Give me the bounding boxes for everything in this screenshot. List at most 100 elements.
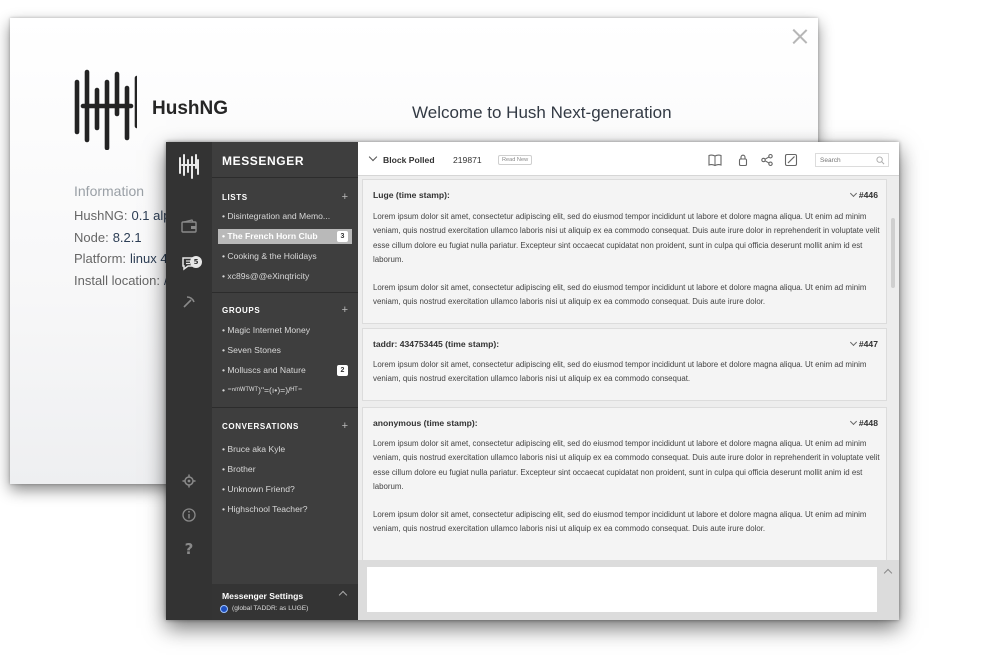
info-value: linux 4 [130, 251, 168, 266]
message-number: #447 [858, 339, 878, 349]
add-group-button[interactable]: + [342, 305, 348, 316]
sidebar-item-group[interactable]: • ⁼ⁿᵐᵂᵀᵂᵀ)ʺ=(ı•)=)/ᴴᵀ⁼ [218, 383, 352, 398]
unread-count-badge: 3 [337, 231, 348, 242]
chevron-down-icon[interactable] [368, 152, 378, 162]
composer-area [358, 560, 899, 620]
block-number: 219871 [453, 155, 482, 165]
info-row-node: Node: 8.2.1 [74, 230, 142, 245]
messenger-settings-title: Messenger Settings [222, 591, 304, 601]
chevron-up-icon[interactable] [883, 568, 893, 578]
share-icon[interactable] [760, 153, 774, 167]
chevron-down-icon[interactable] [849, 417, 858, 426]
sidebar-divider [212, 292, 358, 293]
group-label: • ⁼ⁿᵐᵂᵀᵂᵀ)ʺ=(ı•)=)/ᴴᵀ⁼ [222, 385, 303, 395]
mining-icon[interactable] [177, 290, 201, 314]
settings-icon[interactable] [177, 469, 201, 493]
sidebar-item-conversation[interactable]: • Highschool Teacher? [218, 502, 352, 517]
search-input[interactable] [815, 153, 889, 167]
info-value: 8.2.1 [112, 230, 142, 245]
sidebar-item-group[interactable]: • Molluscs and Nature 2 [218, 363, 352, 378]
list-label: • The French Horn Club [222, 231, 318, 241]
message-card: Luge (time stamp): #446 Lorem ipsum dolo… [362, 179, 887, 324]
conversation-label: • Brother [222, 464, 256, 474]
chevron-down-icon[interactable] [849, 338, 858, 347]
sidebar-item-list[interactable]: • The French Horn Club 3 [218, 229, 352, 244]
sidebar-item-list[interactable]: • xc89s@@eXinqtricity [218, 269, 352, 284]
help-icon[interactable]: ? [177, 537, 201, 561]
groups-header: GROUPS [222, 306, 261, 315]
message-paragraph: Lorem ipsum dolor sit amet, consectetur … [373, 510, 867, 534]
unread-count-badge: 2 [337, 365, 348, 376]
info-label: Node: [74, 230, 109, 245]
message-number: #448 [858, 418, 878, 428]
welcome-title: Welcome to Hush Next-generation [412, 103, 672, 122]
sidebar-divider [212, 177, 358, 178]
sidebar-divider [212, 407, 358, 408]
sidebar-item-group[interactable]: • Magic Internet Money [218, 323, 352, 338]
sidebar-item-list[interactable]: • Cooking & the Holidays [218, 249, 352, 264]
global-taddr-label: (global TADDR: as LUGE) [232, 605, 309, 612]
message-paragraph: Lorem ipsum dolor sit amet, consectetur … [373, 439, 880, 492]
wallet-icon[interactable] [177, 214, 201, 238]
message-input[interactable] [367, 567, 877, 612]
info-row-platform: Platform: linux 4 [74, 251, 168, 266]
info-row-hushng: HushNG: 0.1 alph [74, 208, 178, 223]
nav-rail: 5 ? [166, 142, 212, 620]
hush-logo-icon[interactable] [177, 154, 201, 179]
chevron-down-icon[interactable] [849, 189, 858, 198]
chevron-up-icon[interactable] [338, 590, 348, 600]
message-paragraph: Lorem ipsum dolor sit amet, consectetur … [373, 212, 880, 265]
group-label: • Molluscs and Nature [222, 365, 306, 375]
sidebar-item-conversation[interactable]: • Bruce aka Kyle [218, 442, 352, 457]
info-label: Platform: [74, 251, 127, 266]
book-icon[interactable] [708, 153, 722, 167]
lists-header: LISTS [222, 193, 248, 202]
info-label: HushNG: [74, 208, 128, 223]
conversation-pane: Block Polled 219871 Read New Luge (time … [358, 142, 899, 620]
block-polled-label: Block Polled [383, 155, 435, 165]
message-scrollbar[interactable] [891, 218, 895, 288]
read-new-button[interactable]: Read New [498, 155, 533, 165]
group-label: • Magic Internet Money [222, 325, 311, 335]
sidebar-item-group[interactable]: • Seven Stones [218, 343, 352, 358]
messenger-badge: 5 [190, 256, 202, 268]
global-taddr-radio[interactable] [220, 605, 228, 613]
conversation-label: • Bruce aka Kyle [222, 444, 286, 454]
add-list-button[interactable]: + [342, 192, 348, 203]
info-icon[interactable] [177, 503, 201, 527]
sidebar-item-conversation[interactable]: • Brother [218, 462, 352, 477]
message-paragraph: Lorem ipsum dolor sit amet, consectetur … [373, 360, 867, 384]
message-number: #446 [858, 190, 878, 200]
messenger-window: 5 ? MESSENGER LISTS + • Disintegration a… [166, 142, 899, 620]
conversation-toolbar: Block Polled 219871 Read New [358, 142, 899, 176]
list-label: • Cooking & the Holidays [222, 251, 317, 261]
conversation-label: • Unknown Friend? [222, 484, 295, 494]
message-card: anonymous (time stamp): #448 Lorem ipsum… [362, 407, 887, 560]
group-label: • Seven Stones [222, 345, 281, 355]
message-list: Luge (time stamp): #446 Lorem ipsum dolo… [358, 176, 899, 560]
lock-icon[interactable] [736, 153, 750, 167]
app-brand: HushNG [152, 98, 228, 119]
screenshot-stage: HushNG Welcome to Hush Next-generation I… [0, 0, 1000, 655]
message-sender: anonymous (time stamp): [373, 418, 478, 428]
sidebar-item-conversation[interactable]: • Unknown Friend? [218, 482, 352, 497]
close-icon[interactable] [792, 28, 808, 44]
edit-icon[interactable] [784, 153, 798, 167]
list-label: • Disintegration and Memo... [222, 211, 331, 221]
conversations-header: CONVERSATIONS [222, 422, 299, 431]
sidebar-title: MESSENGER [222, 154, 305, 168]
messenger-settings-panel: Messenger Settings (global TADDR: as LUG… [212, 584, 358, 620]
messenger-sidebar: MESSENGER LISTS + • Disintegration and M… [212, 142, 358, 620]
info-section-title: Information [74, 183, 145, 199]
conversation-label: • Highschool Teacher? [222, 504, 308, 514]
message-sender: Luge (time stamp): [373, 190, 450, 200]
info-label: Install location: [74, 273, 160, 288]
info-row-install-location: Install location:/ [74, 273, 168, 288]
add-conversation-button[interactable]: + [342, 421, 348, 432]
list-label: • xc89s@@eXinqtricity [222, 271, 310, 281]
message-sender: taddr: 434753445 (time stamp): [373, 339, 500, 349]
hush-logo-icon [74, 69, 137, 150]
message-card: taddr: 434753445 (time stamp): #447 Lore… [362, 328, 887, 401]
message-paragraph: Lorem ipsum dolor sit amet, consectetur … [373, 283, 867, 307]
sidebar-item-list[interactable]: • Disintegration and Memo... [218, 209, 352, 224]
